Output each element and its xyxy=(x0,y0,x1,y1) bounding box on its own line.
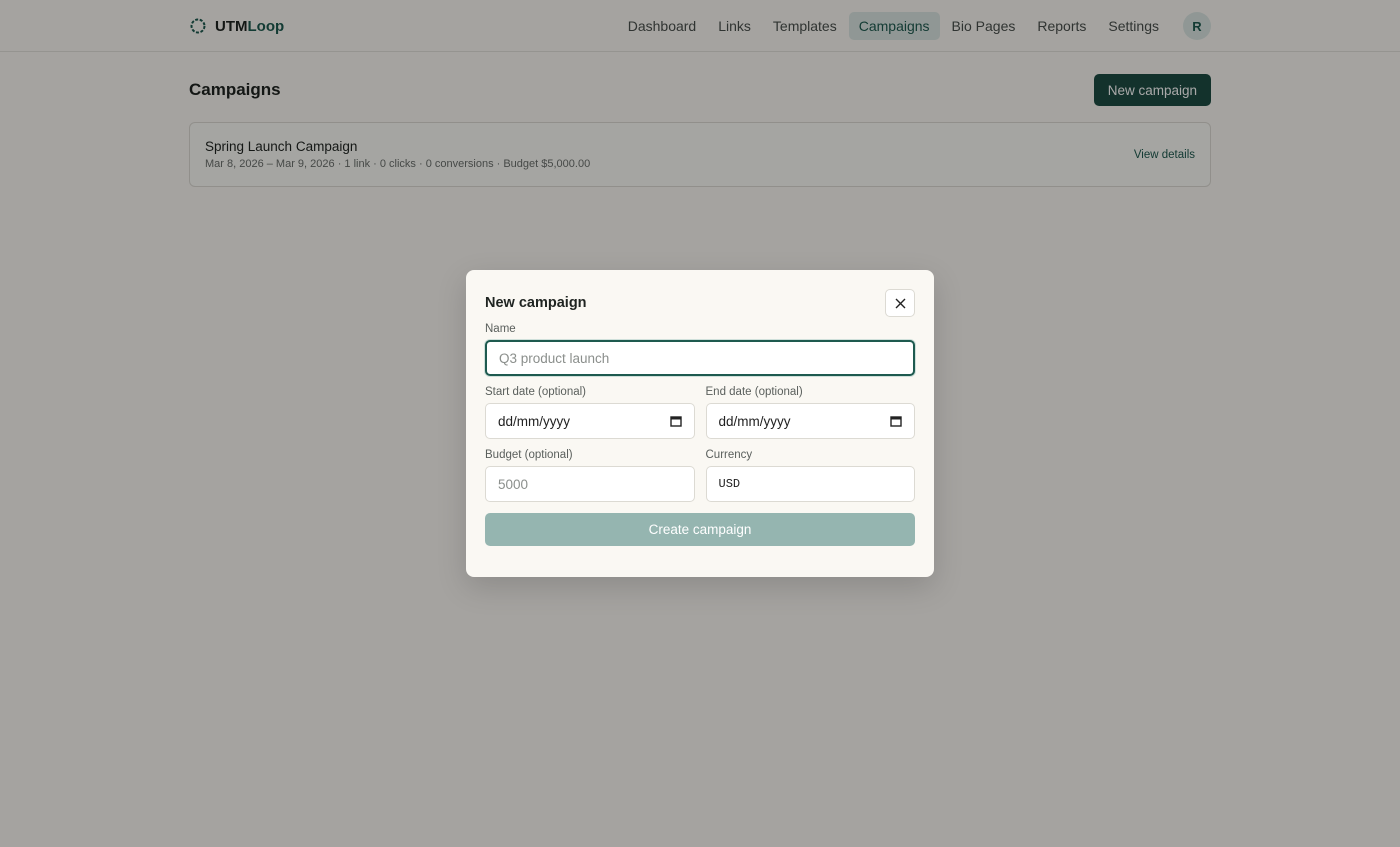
name-label: Name xyxy=(485,323,516,335)
start-date-input[interactable]: dd/mm/yyyy xyxy=(485,403,695,439)
calendar-icon[interactable] xyxy=(669,415,682,427)
close-icon xyxy=(895,298,905,308)
start-date-label: Start date (optional) xyxy=(485,386,587,398)
create-campaign-button[interactable]: Create campaign xyxy=(485,513,915,546)
end-date-input[interactable]: dd/mm/yyyy xyxy=(705,403,915,439)
calendar-icon[interactable] xyxy=(890,415,902,427)
name-placeholder: Q3 product launch xyxy=(499,350,610,366)
currency-input[interactable]: USD xyxy=(705,466,915,502)
close-button[interactable] xyxy=(885,289,915,317)
new-campaign-modal: New campaign Name Q3 product launch Star… xyxy=(466,270,934,577)
currency-label: Currency xyxy=(705,449,753,461)
end-date-label: End date (optional) xyxy=(705,386,803,398)
end-date-value: dd/mm/yyyy xyxy=(718,413,791,429)
start-date-value: dd/mm/yyyy xyxy=(498,413,571,429)
modal-header: New campaign xyxy=(485,289,915,317)
budget-label: Budget (optional) xyxy=(485,449,573,461)
currency-value: USD xyxy=(718,477,741,491)
budget-input[interactable]: 5000 xyxy=(485,466,695,502)
modal-title: New campaign xyxy=(485,295,587,311)
campaign-name-input[interactable]: Q3 product launch xyxy=(485,340,915,376)
budget-placeholder: 5000 xyxy=(498,476,529,492)
